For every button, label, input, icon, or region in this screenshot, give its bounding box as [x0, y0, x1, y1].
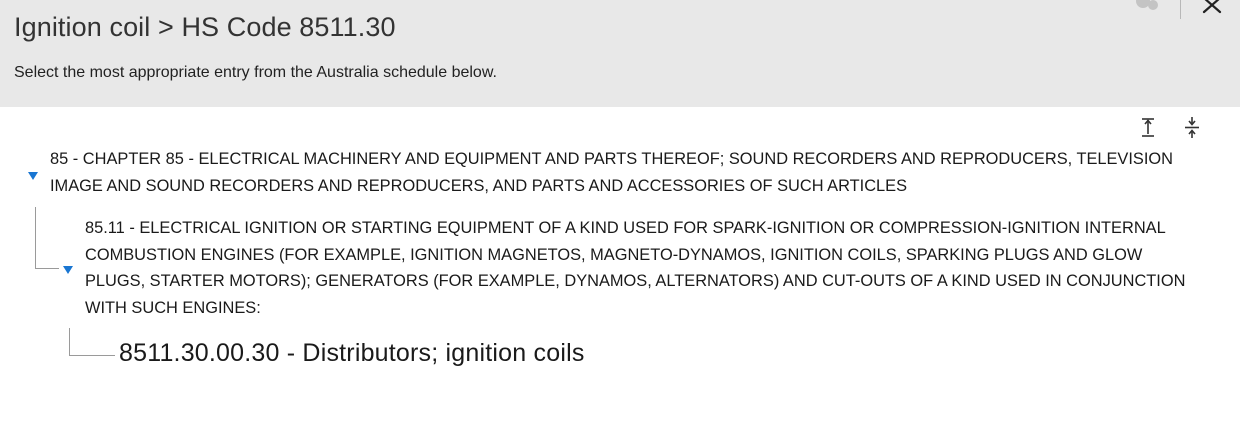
- expand-all-icon[interactable]: [1137, 116, 1159, 140]
- tree-connector-horizontal: [69, 355, 115, 356]
- tree-connector-vertical: [69, 328, 70, 355]
- tree-leaf-8511-30-00-30[interactable]: 8511.30.00.30 - Distributors; ignition c…: [119, 339, 585, 368]
- tree-connector-vertical: [35, 207, 36, 269]
- close-icon[interactable]: [1198, 0, 1226, 16]
- collapse-all-icon[interactable]: [1181, 116, 1203, 140]
- caret-down-icon[interactable]: [63, 266, 73, 274]
- dialog-header: Ignition coil > HS Code 8511.30 Select t…: [0, 0, 1240, 107]
- dialog-title: Ignition coil > HS Code 8511.30: [14, 12, 396, 42]
- caret-down-icon[interactable]: [28, 172, 38, 180]
- help-icon[interactable]: [1132, 0, 1164, 16]
- header-divider: [1180, 0, 1181, 19]
- tree-connector-horizontal: [35, 268, 59, 269]
- dialog-subtitle: Select the most appropriate entry from t…: [14, 64, 497, 81]
- tree-node-chapter-85[interactable]: 85 - CHAPTER 85 - ELECTRICAL MACHINERY A…: [50, 146, 1200, 200]
- tree-node-heading-85-11[interactable]: 85.11 - ELECTRICAL IGNITION OR STARTING …: [85, 215, 1205, 321]
